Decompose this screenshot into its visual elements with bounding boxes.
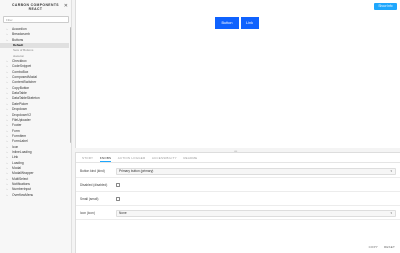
- knob-row-disabled: Disabled (disabled): [76, 178, 400, 192]
- sidebar-item-label: Icon: [12, 144, 19, 149]
- icon-value: None: [119, 210, 127, 215]
- chevron-down-icon: ▾: [390, 168, 392, 173]
- knob-row-icon: Icon (icon) None ▾: [76, 206, 400, 220]
- sidebar-item-label: NumberInput: [12, 187, 32, 192]
- knob-row-kind: Button kind (kind) Primary button (prima…: [76, 164, 400, 178]
- sidebar-scrollbar[interactable]: [69, 27, 71, 143]
- sidebar-item[interactable]: › OverflowMenu: [0, 193, 69, 198]
- sidebar: CARBON COMPONENTS REACT ✕ Filter › Accord…: [0, 0, 72, 253]
- kind-label: Button kind (kind): [80, 169, 105, 173]
- addon-tabs: STORY KNOBS ACTION LOGGER ACCESSIBILITY READ…: [76, 153, 400, 163]
- sidebar-item-label: DatePicker: [12, 101, 29, 106]
- sidebar-item-label: Link: [12, 155, 19, 160]
- addon-tab[interactable]: STORY: [82, 153, 93, 162]
- addon-tab[interactable]: KNOBS: [99, 153, 112, 162]
- knob-row-small: Small (small): [76, 192, 400, 206]
- kind-value: Primary button (primary): [119, 168, 154, 173]
- addon-tab[interactable]: README: [183, 153, 197, 162]
- sidebar-item-label: OverflowMenu: [12, 192, 34, 197]
- chevron-right-icon: ›: [6, 192, 8, 197]
- sidebar-item-label: Modal: [12, 165, 21, 170]
- sidebar-item-label: InlineLoading: [12, 149, 32, 154]
- small-checkbox[interactable]: [116, 197, 120, 201]
- copy-button[interactable]: COPY: [367, 244, 380, 250]
- icon-select[interactable]: None ▾: [116, 209, 396, 217]
- reset-button[interactable]: RESET: [382, 244, 397, 250]
- sidebar-item-label: Checkbox: [12, 59, 27, 64]
- sidebar-item-label: DropdownV2: [12, 112, 32, 117]
- knob-actions: COPY RESET: [367, 244, 397, 250]
- sidebar-item-label: Buttons: [12, 37, 24, 42]
- disabled-checkbox[interactable]: [116, 183, 120, 187]
- sidebar-item-label: FormItem: [12, 133, 27, 138]
- primary-button[interactable]: Button: [215, 17, 239, 29]
- sidebar-item-label: CopyButton: [12, 85, 30, 90]
- addons-panel: STORY KNOBS ACTION LOGGER ACCESSIBILITY READ…: [75, 152, 400, 253]
- chevron-right-icon: ›: [6, 37, 8, 42]
- sidebar-item-label: Form: [12, 128, 20, 133]
- filter-input[interactable]: Filter: [3, 16, 69, 23]
- sidebar-item-label: ComboBox: [12, 69, 29, 74]
- addon-tab[interactable]: ACTION LOGGER: [118, 153, 146, 162]
- storybook-window: CARBON COMPONENTS REACT ✕ Filter › Accord…: [0, 0, 400, 253]
- kind-select[interactable]: Primary button (primary) ▾: [116, 167, 396, 175]
- icon-label: Icon (icon): [80, 211, 95, 215]
- sidebar-item-label: Accordion: [12, 27, 27, 31]
- small-label: Small (small): [80, 197, 99, 201]
- chevron-down-icon: ▾: [390, 210, 392, 215]
- sidebar-item-label: CodeSnippet: [12, 64, 32, 69]
- sidebar-item-label: FormLabel: [12, 139, 28, 144]
- sidebar-item-label: Footer: [12, 123, 22, 128]
- sidebar-item-label: Loading: [12, 160, 24, 165]
- link-button[interactable]: Link: [240, 17, 259, 29]
- sidebar-item-label: ComposedModal: [12, 75, 37, 80]
- disabled-label: Disabled (disabled): [80, 183, 108, 187]
- sidebar-item-label: Breadcrumb: [12, 32, 30, 37]
- sidebar-item[interactable]: › Buttons: [0, 38, 69, 43]
- sidebar-item-label: FileUploader: [12, 117, 31, 122]
- component-list: › Accordion › Breadcrumb › Buttons Default Sets…: [0, 27, 69, 198]
- sidebar-header: CARBON COMPONENTS REACT ✕: [0, 0, 71, 14]
- sidebar-item-label: DataTableSkeleton: [12, 96, 40, 101]
- close-icon[interactable]: ✕: [64, 4, 68, 9]
- sidebar-item-label: Notifications: [12, 181, 30, 186]
- button-row: Button Link: [215, 17, 259, 29]
- brand-title-line2[interactable]: REACT: [0, 7, 71, 11]
- sidebar-item-label: Dropdown: [12, 107, 28, 112]
- sidebar-item-label: DataTable: [12, 91, 27, 96]
- addon-tab[interactable]: ACCESSIBILITY: [152, 153, 177, 162]
- sidebar-item-label: ContentSwitcher: [12, 80, 37, 85]
- preview-pane: Show Info Button Link: [75, 0, 400, 148]
- sidebar-item-label: MultiSelect: [12, 176, 29, 181]
- sidebar-item-label: ModalWrapper: [12, 171, 34, 176]
- show-info-button[interactable]: Show Info: [374, 3, 397, 10]
